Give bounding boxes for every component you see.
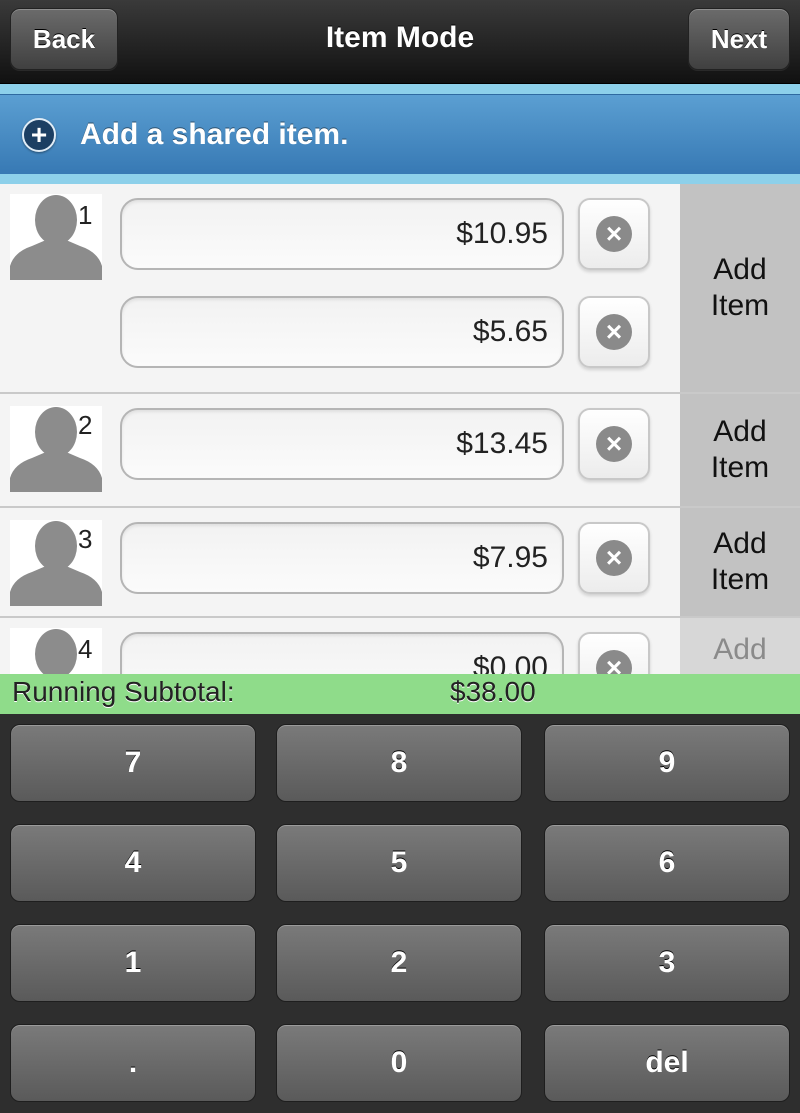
person-row-2: 2 $13.45 × Add Item: [0, 394, 800, 508]
next-button[interactable]: Next: [688, 8, 790, 70]
numeric-keypad: 7 8 9 4 5 6 1 2 3 . 0 del: [0, 714, 800, 1113]
key-7[interactable]: 7: [10, 724, 256, 802]
key-2[interactable]: 2: [276, 924, 522, 1002]
add-shared-item-button[interactable]: + Add a shared item.: [0, 94, 800, 174]
add-item-button[interactable]: Add Item: [680, 508, 800, 616]
person-row-4: 4 $0.00 × Add: [0, 618, 800, 674]
close-circle-icon: ×: [596, 426, 632, 462]
delete-item-button[interactable]: ×: [578, 408, 650, 480]
top-bar: Item Mode Back Next: [0, 0, 800, 84]
running-subtotal-bar: Running Subtotal: $38.00: [0, 674, 800, 714]
add-shared-item-label: Add a shared item.: [80, 117, 349, 151]
key-0[interactable]: 0: [276, 1024, 522, 1102]
key-delete[interactable]: del: [544, 1024, 790, 1102]
close-circle-icon: ×: [596, 650, 632, 674]
key-4[interactable]: 4: [10, 824, 256, 902]
key-6[interactable]: 6: [544, 824, 790, 902]
item-price-field[interactable]: $10.95: [120, 198, 564, 270]
close-circle-icon: ×: [596, 314, 632, 350]
subtotal-label: Running Subtotal:: [12, 676, 235, 707]
item-price-field[interactable]: $5.65: [120, 296, 564, 368]
delete-item-button[interactable]: ×: [578, 522, 650, 594]
person-number: 4: [78, 634, 93, 664]
item-price-field[interactable]: $0.00: [120, 632, 564, 674]
plus-circle-icon: +: [22, 117, 56, 152]
delete-item-button[interactable]: ×: [578, 296, 650, 368]
shared-bar-bottom-border: [0, 174, 800, 184]
key-8[interactable]: 8: [276, 724, 522, 802]
person-number: 1: [78, 200, 93, 230]
add-item-button[interactable]: Add Item: [680, 184, 800, 392]
person-number: 2: [78, 410, 93, 440]
shared-bar-top-border: [0, 84, 800, 94]
delete-item-button[interactable]: ×: [578, 198, 650, 270]
subtotal-value: $38.00: [450, 676, 536, 707]
key-9[interactable]: 9: [544, 724, 790, 802]
add-item-button[interactable]: Add: [680, 618, 800, 674]
key-3[interactable]: 3: [544, 924, 790, 1002]
key-decimal[interactable]: .: [10, 1024, 256, 1102]
add-item-button[interactable]: Add Item: [680, 394, 800, 506]
close-circle-icon: ×: [596, 216, 632, 252]
person-row-3: 3 $7.95 × Add Item: [0, 508, 800, 618]
delete-item-button[interactable]: ×: [578, 632, 650, 674]
item-price-field[interactable]: $7.95: [120, 522, 564, 594]
item-price-field[interactable]: $13.45: [120, 408, 564, 480]
back-button[interactable]: Back: [10, 8, 118, 70]
key-5[interactable]: 5: [276, 824, 522, 902]
person-list[interactable]: 1 $10.95 × $5.65 × Add Item 2 $13.45 × A…: [0, 184, 800, 674]
person-number: 3: [78, 524, 93, 554]
close-circle-icon: ×: [596, 540, 632, 576]
person-row-1: 1 $10.95 × $5.65 × Add Item: [0, 184, 800, 394]
page-title: Item Mode: [325, 21, 475, 54]
key-1[interactable]: 1: [10, 924, 256, 1002]
